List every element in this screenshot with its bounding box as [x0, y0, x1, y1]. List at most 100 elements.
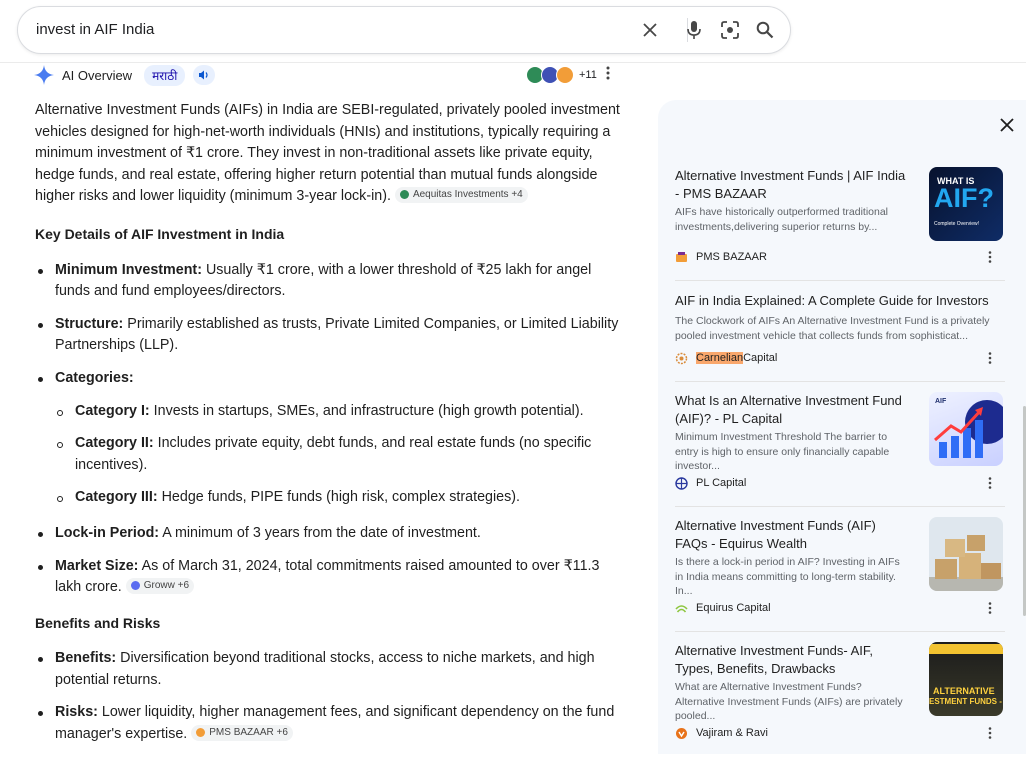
close-icon[interactable]: [996, 114, 1018, 136]
card-divider: [675, 381, 1005, 382]
card-divider: [675, 631, 1005, 632]
gemini-spark-icon: [34, 65, 54, 85]
list-item: Risks: Lower liquidity, higher managemen…: [35, 702, 623, 745]
aequitas-favicon-icon: [399, 190, 409, 200]
growth-chart-icon: [934, 400, 1003, 458]
card-thumbnail: WHAT IS AIF? Complete Overview!: [929, 167, 1003, 241]
list-item: Lock-in Period: A minimum of 3 years fro…: [35, 523, 623, 545]
search-input[interactable]: invest in AIF India: [36, 21, 154, 38]
source-name-highlight: Carnelian: [696, 352, 744, 364]
thumb-banner: [929, 644, 1003, 654]
card-title[interactable]: AIF in India Explained: A Complete Guide…: [675, 292, 995, 310]
source-card[interactable]: Alternative Investment Funds | AIF India…: [675, 167, 1005, 283]
item-label: Minimum Investment:: [55, 261, 202, 278]
sources-panel: Alternative Investment Funds | AIF India…: [658, 100, 1026, 754]
card-source[interactable]: Vajiram & Ravi: [675, 725, 768, 741]
source-icons[interactable]: +11: [526, 66, 597, 84]
camera-lens-icon[interactable]: [719, 19, 741, 41]
more-options-icon[interactable]: [988, 601, 992, 619]
more-options-icon[interactable]: [988, 476, 992, 494]
source-name: PL Capital: [696, 477, 747, 489]
item-label: Category II:: [75, 435, 154, 452]
list-item: Market Size: As of March 31, 2024, total…: [35, 556, 623, 599]
citation-chip[interactable]: PMS BAZAAR +6: [191, 724, 293, 741]
ai-overview-content: Alternative Investment Funds (AIFs) in I…: [35, 100, 623, 746]
search-icon[interactable]: [754, 19, 776, 41]
card-title[interactable]: Alternative Investment Funds (AIF) FAQs …: [675, 517, 911, 553]
card-thumbnail: ALTERNATIVE ESTMENT FUNDS -: [929, 642, 1003, 716]
card-snippet: Is there a lock-in period in AIF? Invest…: [675, 556, 900, 597]
card-snippet: The Clockwork of AIFs An Alternative Inv…: [675, 315, 990, 342]
source-card[interactable]: What Is an Alternative Investment Fund (…: [675, 392, 1005, 508]
more-options-icon[interactable]: [988, 726, 992, 744]
more-options-icon[interactable]: [606, 66, 610, 85]
card-divider: [675, 506, 1005, 507]
card-source[interactable]: PMS BAZAAR: [675, 249, 767, 265]
source-name: Vajiram & Ravi: [696, 727, 768, 739]
citation-label: Groww +6: [143, 579, 190, 591]
card-divider: [675, 280, 1005, 281]
item-label: Risks:: [55, 704, 98, 721]
citation-label: Aequitas Investments +4: [412, 188, 523, 200]
thumb-label: Complete Overview!: [934, 221, 980, 227]
card-thumbnail: AIF: [929, 392, 1003, 466]
source-card[interactable]: AIF in India Explained: A Complete Guide…: [675, 292, 1005, 408]
source-name: Equirus Capital: [696, 602, 771, 614]
search-bar[interactable]: invest in AIF India: [17, 6, 791, 54]
language-chip[interactable]: मराठी: [144, 64, 186, 86]
item-label: Benefits:: [55, 650, 117, 667]
list-item: Structure: Primarily established as trus…: [35, 314, 623, 357]
item-label: Category III:: [75, 489, 158, 506]
key-details-list: Minimum Investment: Usually ₹1 crore, wi…: [35, 260, 623, 599]
item-text: Diversification beyond traditional stock…: [55, 650, 595, 688]
vajiram-favicon-icon: [676, 727, 687, 739]
section-heading-benefits-risks: Benefits and Risks: [35, 614, 161, 631]
boxes-image-icon: [929, 535, 1003, 591]
intro-paragraph: Alternative Investment Funds (AIFs) in I…: [35, 100, 623, 208]
source-card[interactable]: Alternative Investment Funds- AIF, Types…: [675, 642, 1005, 758]
card-source[interactable]: PL Capital: [675, 475, 746, 491]
source-name: Capital: [743, 352, 778, 364]
item-label: Categories:: [55, 369, 134, 386]
more-options-icon[interactable]: [988, 351, 992, 369]
card-thumbnail: [929, 517, 1003, 591]
card-title[interactable]: What Is an Alternative Investment Fund (…: [675, 392, 911, 428]
card-title[interactable]: Alternative Investment Funds | AIF India…: [675, 167, 911, 203]
benefits-risks-list: Benefits: Diversification beyond traditi…: [35, 648, 623, 745]
source-count: +11: [579, 69, 597, 81]
ai-overview-header: AI Overview मराठी: [34, 64, 216, 86]
intro-text: Alternative Investment Funds (AIFs) in I…: [35, 102, 620, 205]
citation-chip[interactable]: Aequitas Investments +4: [394, 186, 528, 203]
clear-icon[interactable]: [639, 19, 661, 41]
card-snippet: Minimum Investment Threshold The barrier…: [675, 431, 890, 472]
speaker-icon[interactable]: [193, 65, 216, 85]
item-text: Lower liquidity, higher management fees,…: [55, 704, 615, 743]
item-label: Market Size:: [55, 557, 139, 574]
list-item: Benefits: Diversification beyond traditi…: [35, 648, 623, 691]
list-item: Category II: Includes private equity, de…: [35, 433, 623, 476]
citation-label: PMS BAZAAR +6: [209, 726, 288, 738]
pmsbazaar-favicon-icon: [196, 728, 206, 738]
card-source[interactable]: Equirus Capital: [675, 600, 771, 616]
list-item: Category III: Hedge funds, PIPE funds (h…: [35, 487, 623, 509]
groww-favicon-icon: [130, 581, 140, 591]
card-snippet: AIFs have historically outperformed trad…: [675, 206, 889, 233]
thumb-label: ESTMENT FUNDS -: [929, 697, 1002, 706]
microphone-icon[interactable]: [683, 19, 705, 41]
source-name: PMS BAZAAR: [696, 251, 767, 263]
source-card[interactable]: Alternative Investment Funds (AIF) FAQs …: [675, 517, 1005, 633]
ai-overview-title: AI Overview: [62, 67, 133, 83]
item-text: Hedge funds, PIPE funds (high risk, comp…: [157, 489, 520, 506]
more-options-icon[interactable]: [988, 250, 992, 268]
citation-chip[interactable]: Groww +6: [125, 577, 195, 594]
card-snippet: What are Alternative Investment Funds? A…: [675, 681, 903, 722]
pmsbazaar-favicon-icon: [676, 251, 687, 262]
item-text: Primarily established as trusts, Private…: [55, 315, 619, 354]
equirus-favicon-icon: [675, 604, 688, 613]
source-favicon-icon: [556, 66, 574, 84]
card-title[interactable]: Alternative Investment Funds- AIF, Types…: [675, 642, 911, 678]
card-source[interactable]: Carnelian Capital: [675, 350, 777, 366]
section-heading-key-details: Key Details of AIF Investment in India: [35, 225, 285, 242]
item-text: A minimum of 3 years from the date of in…: [159, 524, 481, 541]
item-text: Invests in startups, SMEs, and infrastru…: [149, 402, 584, 419]
